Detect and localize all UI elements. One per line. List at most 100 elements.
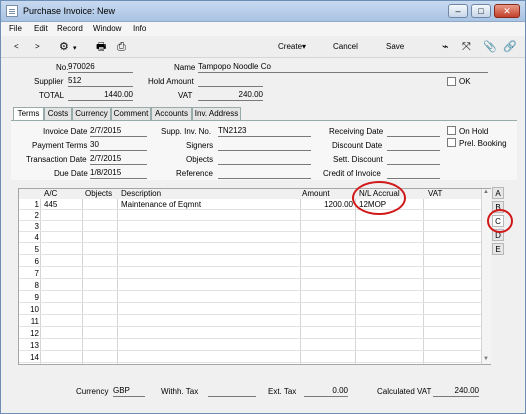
table-row[interactable]: 14 <box>19 352 490 363</box>
scroll-down-icon[interactable]: ▼ <box>483 356 489 362</box>
supp-inv-no-field[interactable]: TN2123 <box>218 126 311 137</box>
cell-ac[interactable]: 445 <box>44 200 57 209</box>
table-row[interactable]: 2 <box>19 210 490 221</box>
cancel-button[interactable]: Cancel <box>333 42 358 51</box>
window-icon <box>6 5 18 17</box>
previous-record-button[interactable]: < <box>14 42 19 51</box>
activity-icon[interactable]: ⌁ <box>442 41 449 53</box>
row-number: 8 <box>34 281 39 290</box>
header-panel: No. 970026 Name Tampopo Noodle Co Suppli… <box>6 59 520 104</box>
row-number: 14 <box>30 353 39 362</box>
signers-field[interactable] <box>218 140 311 151</box>
scroll-up-icon[interactable]: ▲ <box>483 189 489 195</box>
side-tab-a[interactable]: A <box>492 187 504 199</box>
printer-icon[interactable]: 🖶 <box>96 41 106 53</box>
table-row[interactable]: 7 <box>19 268 490 279</box>
row-number: 6 <box>34 257 39 266</box>
table-row[interactable]: 13 <box>19 340 490 351</box>
on-hold-checkbox[interactable] <box>447 126 456 135</box>
row-number: 11 <box>30 317 39 326</box>
attachment-icon[interactable]: 📎 <box>483 41 497 53</box>
withh-tax-field[interactable] <box>208 386 256 397</box>
menu-window[interactable]: Window <box>93 24 121 33</box>
maximize-button[interactable]: □ <box>471 4 491 18</box>
hold-amount-field[interactable] <box>198 76 263 87</box>
cell-description[interactable]: Maintenance of Eqmnt <box>121 200 201 209</box>
reference-field[interactable] <box>218 168 311 179</box>
table-row[interactable]: 4 <box>19 232 490 243</box>
table-row[interactable]: 11 <box>19 316 490 327</box>
purchase-invoice-window: Purchase Invoice: New – □ ✕ File Edit Re… <box>0 0 526 414</box>
discount-date-field[interactable] <box>387 140 440 151</box>
tab-accounts[interactable]: Accounts <box>151 107 192 120</box>
row-number: 4 <box>34 233 39 242</box>
table-row[interactable]: 9 <box>19 292 490 303</box>
menu-bar: File Edit Record Window Info <box>1 22 525 36</box>
credit-of-invoice-field[interactable] <box>387 168 440 179</box>
receiving-date-label: Receiving Date <box>329 127 384 136</box>
tab-costs[interactable]: Costs <box>44 107 72 120</box>
table-row[interactable]: 6 <box>19 256 490 267</box>
supplier-field[interactable]: 512 <box>68 76 133 87</box>
name-field[interactable]: Tampopo Noodle Co <box>198 62 488 73</box>
ext-tax-field[interactable]: 0.00 <box>304 386 348 397</box>
close-button[interactable]: ✕ <box>494 4 520 18</box>
invoice-date-field[interactable]: 2/7/2015 <box>90 126 147 137</box>
ok-checkbox[interactable] <box>447 77 456 86</box>
withh-tax-label: Withh. Tax <box>161 387 199 396</box>
tab-currency[interactable]: Currency <box>72 107 111 120</box>
tab-inv-address[interactable]: Inv. Address <box>192 107 241 120</box>
save-button[interactable]: Save <box>386 42 404 51</box>
expand-icon[interactable]: ⤧ <box>462 41 471 53</box>
annotation-circle-side-tab-c <box>487 209 513 233</box>
row-number: 3 <box>34 222 39 231</box>
chevron-down-icon[interactable]: ▾ <box>73 43 77 55</box>
ext-tax-label: Ext. Tax <box>268 387 297 396</box>
ok-label: OK <box>459 77 471 86</box>
sett-discount-field[interactable] <box>387 154 440 165</box>
print-preview-icon[interactable]: ⎙ <box>117 41 126 53</box>
prel-booking-label: Prel. Booking <box>459 139 507 148</box>
cell-amount[interactable]: 1200.00 <box>311 200 353 209</box>
vat-label: VAT <box>178 91 193 100</box>
receiving-date-field[interactable] <box>387 126 440 137</box>
row-number: 10 <box>30 305 39 314</box>
menu-edit[interactable]: Edit <box>34 24 48 33</box>
currency-field[interactable]: GBP <box>113 386 145 397</box>
table-row[interactable]: 1 445 Maintenance of Eqmnt 1200.00 12MOP <box>19 199 490 210</box>
side-tab-e[interactable]: E <box>492 243 504 255</box>
table-row[interactable]: 8 <box>19 280 490 291</box>
supp-inv-no-label: Supp. Inv. No. <box>161 127 212 136</box>
discount-date-label: Discount Date <box>332 141 383 150</box>
col-header-vat: VAT <box>428 189 443 198</box>
row-number: 2 <box>34 211 39 220</box>
table-row[interactable]: 3 <box>19 221 490 232</box>
table-row[interactable]: 12 <box>19 328 490 339</box>
row-number: 9 <box>34 293 39 302</box>
tab-comment[interactable]: Comment <box>111 107 151 120</box>
payment-terms-field[interactable]: 30 <box>90 140 147 151</box>
name-label: Name <box>174 63 196 72</box>
signers-label: Signers <box>186 141 214 150</box>
objects-field[interactable] <box>218 154 311 165</box>
minimize-button[interactable]: – <box>448 4 468 18</box>
no-field[interactable]: 970026 <box>68 62 133 73</box>
table-row[interactable]: 10 <box>19 304 490 315</box>
tab-terms[interactable]: Terms <box>13 107 44 121</box>
table-row[interactable]: 5 <box>19 244 490 255</box>
transaction-date-label: Transaction Date <box>26 155 87 164</box>
calculated-vat-field: 240.00 <box>433 386 479 397</box>
menu-file[interactable]: File <box>9 24 22 33</box>
link-icon[interactable]: 🔗 <box>503 41 517 53</box>
gear-icon[interactable]: ⚙ <box>59 41 69 53</box>
currency-label: Currency <box>76 387 109 396</box>
terms-panel: Invoice Date 2/7/2015 Payment Terms 30 T… <box>11 120 517 180</box>
transaction-date-field[interactable]: 2/7/2015 <box>90 154 147 165</box>
menu-info[interactable]: Info <box>133 24 146 33</box>
next-record-button[interactable]: > <box>35 42 40 51</box>
menu-record[interactable]: Record <box>57 24 83 33</box>
create-button[interactable]: Create▾ <box>278 42 306 51</box>
row-number: 5 <box>34 245 39 254</box>
prel-booking-checkbox[interactable] <box>447 138 456 147</box>
due-date-field[interactable]: 1/8/2015 <box>90 168 147 179</box>
